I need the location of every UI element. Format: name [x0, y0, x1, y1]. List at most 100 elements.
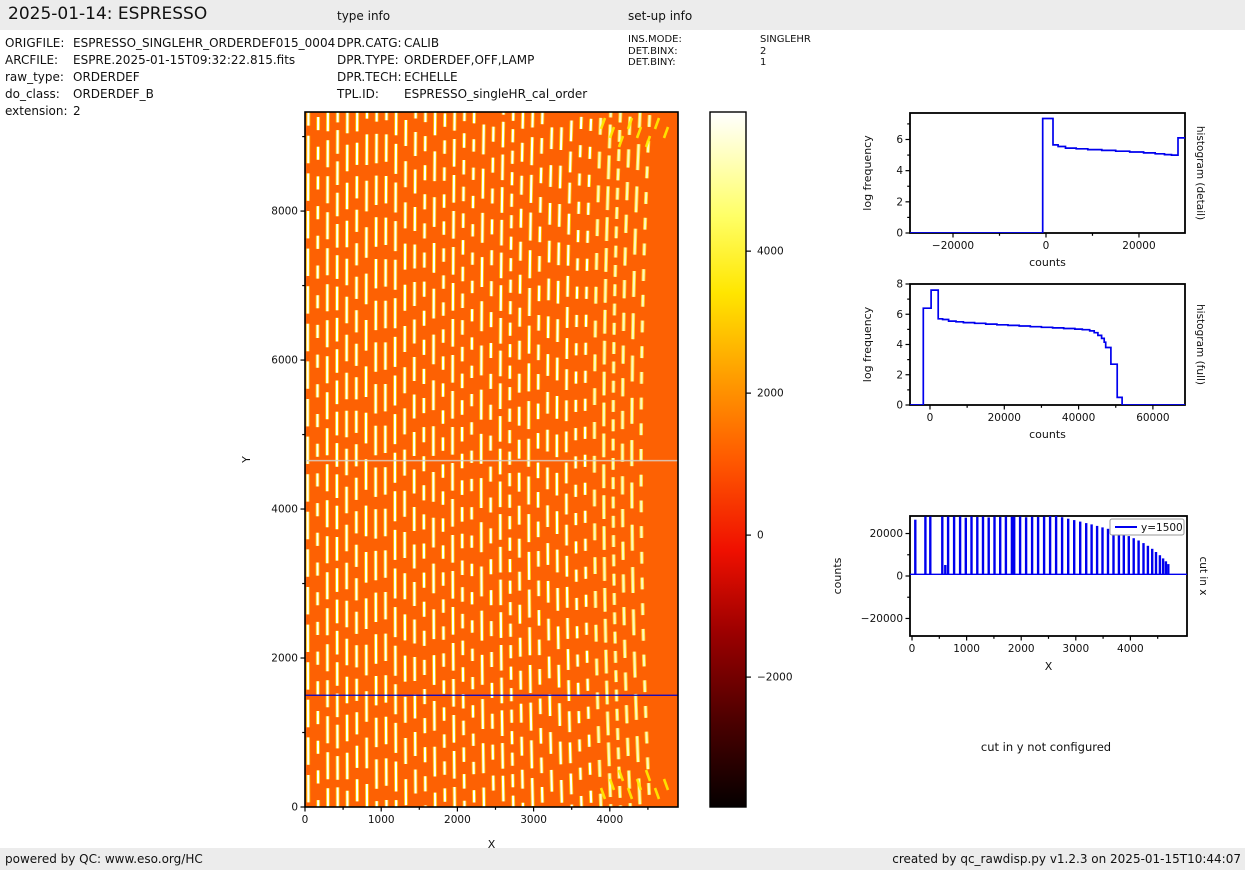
type-info-row: DPR.CATG: CALIB	[337, 35, 587, 52]
x-axis-label: X	[1045, 660, 1053, 673]
order-trace	[335, 112, 339, 807]
meta-label: raw_type:	[5, 70, 64, 84]
spike	[987, 517, 990, 575]
setup-info-row: INS.MODE: SINGLEHR	[628, 34, 811, 46]
meta-value: ORDERDEF	[73, 70, 140, 84]
y-axis-label: Y	[240, 456, 253, 464]
meta-label: ORIGFILE:	[5, 36, 65, 50]
y-tick-label: 4000	[271, 504, 298, 516]
spike	[981, 516, 985, 575]
type-info-heading: type info	[337, 9, 391, 23]
spike	[1167, 564, 1170, 575]
y-tick-label: 20000	[870, 528, 903, 540]
x-tick-label: 1000	[953, 643, 980, 655]
page: 2025-01-14: ESPRESSO type info set-up in…	[0, 0, 1245, 870]
colorbar: 4000 2000 0 −2000	[709, 111, 793, 808]
spike	[1142, 543, 1145, 575]
main-image-plot: 0 1000 2000 3000 400002000400060008000XY	[240, 111, 679, 851]
meta-value: ESPRESSO_SINGLEHR_ORDERDEF015_0004	[73, 36, 336, 50]
meta-value: 2	[760, 45, 767, 57]
spike	[1060, 517, 1064, 575]
x-tick-label: 4000	[1117, 643, 1144, 655]
meta-value: ECHELLE	[404, 70, 458, 84]
order-trace	[306, 112, 310, 807]
spike	[1112, 530, 1115, 575]
y-tick-label: 0	[291, 802, 298, 814]
histogram-line	[910, 289, 1185, 405]
cut-in-y-note: cut in y not configured	[980, 740, 1112, 754]
spike	[976, 517, 979, 575]
y-tick-label: 4	[896, 339, 903, 351]
right-axis-label: histogram (full)	[1194, 304, 1206, 385]
spike	[1067, 518, 1070, 575]
spike	[1048, 516, 1052, 575]
y-tick-label: 2000	[271, 653, 298, 665]
meta-label: do_class:	[5, 87, 60, 101]
colorbar-tick-label: 4000	[757, 246, 784, 258]
y-tick-label: 6000	[271, 355, 298, 367]
x-tick-label: 3000	[520, 814, 547, 826]
x-tick-label: 1000	[368, 814, 395, 826]
meta-label: INS.MODE:	[628, 34, 682, 45]
spike	[1010, 516, 1014, 575]
histogram-full-plot: 0 20000 40000 60000 0 2 4 6 8 counts log frequency…	[861, 279, 1206, 442]
spike	[964, 517, 967, 575]
page-title: 2025-01-14: ESPRESSO	[8, 4, 208, 24]
meta-value: ESPRESSO_singleHR_cal_order	[404, 87, 588, 101]
spike	[946, 516, 950, 575]
header-bar: 2025-01-14: ESPRESSO type info set-up in…	[0, 0, 1245, 30]
spike	[914, 519, 917, 575]
colorbar-tick-label: 0	[757, 530, 764, 542]
metadata-row: ORIGFILE: ESPRESSO_SINGLEHR_ORDERDEF015_0…	[5, 35, 335, 52]
meta-value: CALIB	[404, 36, 440, 50]
spike	[1146, 545, 1150, 575]
meta-value: 2	[73, 104, 81, 118]
spike	[1085, 523, 1088, 575]
spike	[1122, 534, 1125, 575]
x-tick-label: 3000	[1062, 643, 1089, 655]
spike	[1106, 528, 1110, 575]
y-tick-label: 6	[896, 309, 903, 321]
y-axis-label: log frequency	[861, 306, 874, 382]
spike	[1127, 536, 1130, 575]
x-tick-label: 20000	[988, 412, 1021, 424]
spike	[1042, 516, 1046, 575]
meta-value: SINGLEHR	[760, 34, 811, 45]
setup-info-row: DET.BINY: 1	[628, 57, 811, 69]
axes-frame	[909, 283, 1186, 406]
spike	[970, 516, 973, 575]
right-axis-label: histogram (detail)	[1194, 126, 1206, 220]
x-axis-label: counts	[1029, 428, 1066, 441]
spike	[924, 516, 927, 575]
colorbar-tick-label: 2000	[757, 388, 784, 400]
x-tick-label: 0	[1043, 240, 1050, 252]
spike	[1073, 520, 1076, 575]
x-axis-label: counts	[1029, 256, 1066, 269]
type-info-block: DPR.CATG: CALIB DPR.TYPE: ORDERDEF,OFF,LAM…	[337, 35, 587, 103]
spike	[1095, 525, 1099, 575]
spike	[1004, 516, 1008, 575]
footer-left-text: powered by QC: www.eso.org/HC	[5, 852, 203, 866]
spike	[1158, 555, 1162, 575]
spike	[1054, 516, 1058, 575]
y-tick-label: 2	[896, 369, 903, 381]
spike	[1154, 552, 1158, 575]
colorbar-tick-label: −2000	[757, 672, 793, 684]
axes-frame	[909, 112, 1186, 234]
y-tick-label: 0	[896, 571, 903, 583]
colorbar-gradient	[710, 112, 746, 807]
meta-value: ORDERDEF,OFF,LAMP	[404, 53, 535, 67]
y-tick-label: 2	[896, 196, 903, 208]
spike	[999, 517, 1002, 575]
spike	[944, 565, 947, 575]
spike	[1151, 548, 1154, 575]
meta-value: 1	[760, 57, 767, 68]
image-area	[305, 112, 678, 807]
footer-bar: powered by QC: www.eso.org/HC created by…	[0, 848, 1245, 870]
x-tick-label: 60000	[1136, 412, 1169, 424]
y-tick-label: 4	[896, 165, 903, 177]
x-tick-label: 0	[927, 412, 934, 424]
x-tick-label: 2000	[1008, 643, 1035, 655]
spike	[1117, 532, 1121, 575]
x-tick-label: 20000	[1122, 240, 1155, 252]
